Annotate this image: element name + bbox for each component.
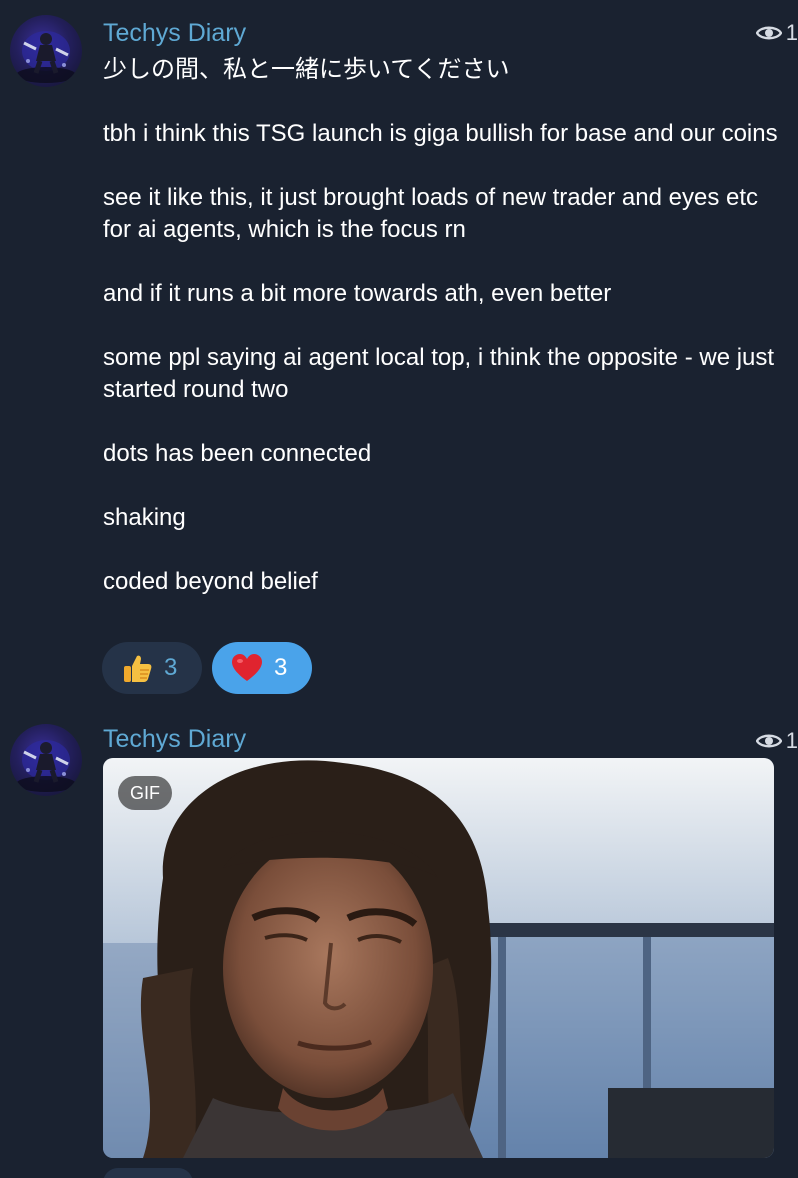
avatar[interactable] [10,15,82,87]
thumbs-up-icon [124,655,152,682]
message-line: shaking [103,504,186,531]
view-counter: 1 [755,728,798,754]
message-text: 少しの間、私と一緒に歩いてください tbh i think this TSG l… [103,54,783,598]
avatar[interactable] [10,724,82,796]
view-counter: 1 [755,20,798,46]
view-count: 1 [785,20,798,45]
reaction-count: 3 [164,654,178,681]
reaction-heart[interactable]: 3 [212,642,312,694]
reaction-thumbs-up[interactable]: 3 [102,642,202,694]
reaction-count: 3 [274,654,288,681]
channel-post: Techys Diary 1 GIF [0,706,798,1178]
reactions-bar: 3 3 [102,642,312,694]
gif-media[interactable]: GIF [103,758,774,1158]
red-heart-icon [232,654,262,681]
message-line: dots has been connected [103,440,372,467]
eye-icon [755,26,782,40]
channel-post: Techys Diary 1 少しの間、私と一緒に歩いてください tbh i t… [0,0,798,700]
reaction-partial[interactable] [103,1168,193,1178]
message-line: coded beyond belief [103,568,318,595]
channel-feed: Techys Diary 1 少しの間、私と一緒に歩いてください tbh i t… [0,0,798,1178]
ninja-avatar-icon [16,740,76,792]
ninja-avatar-icon [16,31,76,83]
author-name[interactable]: Techys Diary [103,18,246,48]
message-line: some ppl saying ai agent local top, i th… [103,344,775,403]
gif-badge: GIF [118,776,172,810]
view-count: 1 [785,728,798,753]
message-line: tbh i think this TSG launch is giga bull… [103,120,778,147]
message-line: 少しの間、私と一緒に歩いてください [103,56,510,83]
message-line: see it like this, it just brought loads … [103,184,759,243]
message-line: and if it runs a bit more towards ath, e… [103,280,612,307]
eye-icon [755,734,782,748]
author-name[interactable]: Techys Diary [103,724,246,754]
gif-man-long-hair-image [103,758,774,1158]
